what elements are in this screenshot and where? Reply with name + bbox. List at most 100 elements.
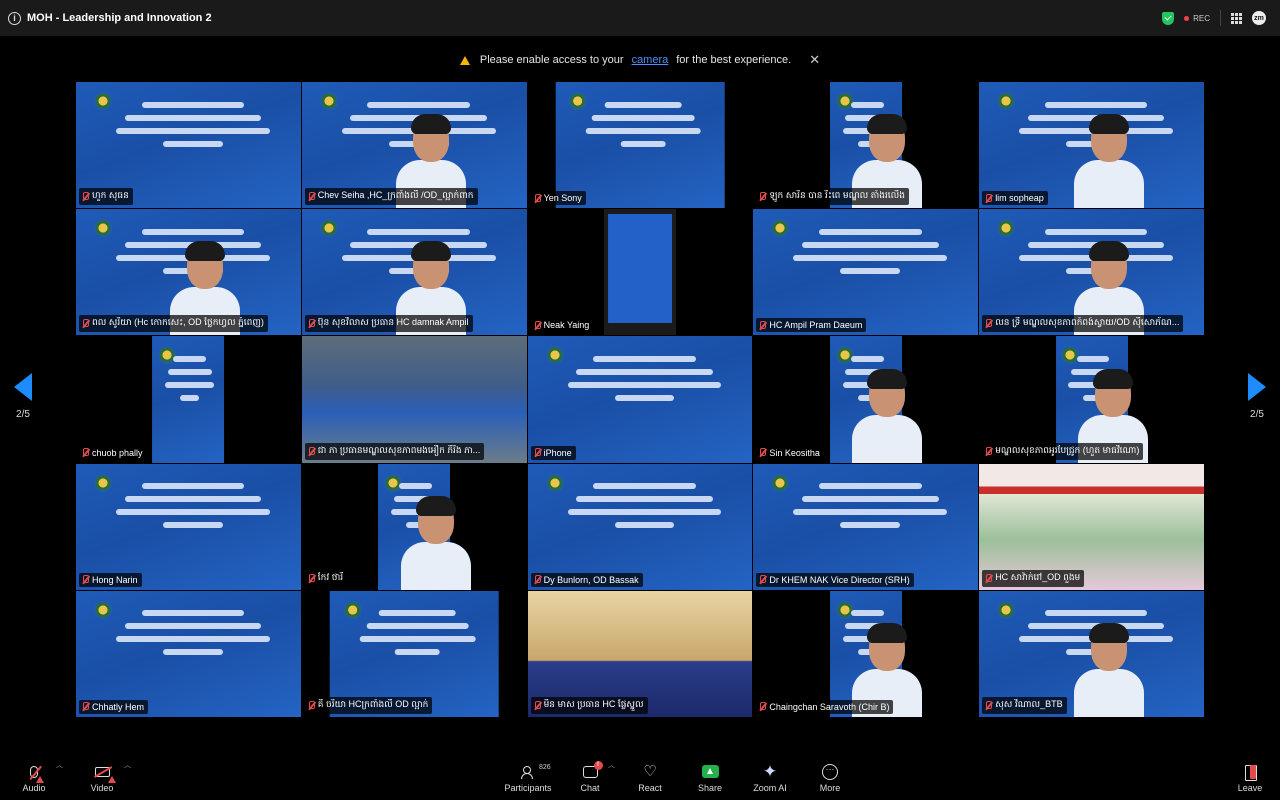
participant-name-tag: Chaingchan Saravoth (Chir B) — [756, 699, 894, 714]
mic-muted-icon — [985, 446, 993, 456]
more-button[interactable]: ··· More — [814, 754, 846, 800]
participant-tile[interactable]: Yen Sony — [527, 82, 753, 209]
participant-tile[interactable]: lim sopheap — [979, 82, 1204, 209]
participant-tile[interactable]: គី ចរិយា HCក្រពាំងលី OD ល្អាក់ — [301, 590, 527, 717]
participant-figure — [1073, 114, 1144, 209]
mic-muted-icon — [985, 319, 993, 328]
video-feed — [753, 463, 979, 590]
participant-name-tag: ហួក សុធន — [79, 188, 133, 206]
slide-text — [107, 603, 278, 662]
mic-muted-icon — [308, 319, 315, 328]
mic-muted-icon — [759, 448, 767, 457]
participant-tile[interactable]: Dr KHEM NAK Vice Director (SRH) — [753, 463, 979, 590]
previous-page-nav[interactable]: 2/5 — [8, 373, 38, 420]
participant-tile[interactable]: មិន មាស ប្រធាន HC ផ្លែស្នួល — [527, 590, 753, 717]
chat-button[interactable]: ! Chat — [576, 754, 604, 800]
audio-button[interactable]: Audio — [18, 754, 50, 800]
react-button[interactable]: ♡ React — [634, 754, 666, 800]
mic-muted-icon — [759, 320, 767, 330]
meeting-window: i MOH - Leadership and Innovation 2 REC … — [0, 0, 1280, 800]
participant-tile[interactable]: លន ទ្រី មណ្ឌលសុខភាពកំពង់ស្វាយ/OD ស៊ីសោភ័… — [979, 209, 1204, 336]
participant-tile[interactable]: HC សាវ៉ាក់រៅ_OD ពួងម — [979, 463, 1204, 590]
view-grid-icon[interactable] — [1231, 12, 1242, 24]
participant-tile[interactable]: ឡូក សារិន បាន រឹះពេ មណ្ឌល តាំងរលើង — [753, 82, 979, 209]
participant-tile[interactable]: សុស វិណាល_BTB — [979, 590, 1204, 717]
chat-label: Chat — [580, 782, 600, 793]
encryption-shield-icon[interactable] — [1162, 11, 1175, 25]
participant-name: Hong Narin — [92, 574, 138, 585]
participant-tile[interactable]: Chev Seiha ,HC_ក្រពាំងលី /OD_ល្អាក់ពាក — [301, 82, 527, 209]
participant-tile[interactable]: ប៊ុន សុខវិលាស ប្រធាន HC damnak Ampil — [301, 209, 527, 336]
mic-muted-icon — [308, 573, 315, 583]
participant-name-tag: Hong Narin — [79, 572, 142, 587]
rec-label: REC — [1193, 13, 1210, 23]
participant-name: HC សាវ៉ាក់រៅ_OD ពួងម — [995, 571, 1081, 582]
participant-name: មណ្ឌលសុខភាពអូរបែជ្រូក (ហួត មាធវិណោ) — [995, 444, 1140, 455]
leave-label: Leave — [1237, 782, 1263, 793]
video-feed — [152, 336, 225, 463]
participant-name-tag: មិន មាស ប្រធាន HC ផ្លែស្នួល — [530, 696, 648, 714]
mic-muted-icon — [985, 193, 993, 203]
participant-tile[interactable]: Chhatly Hem — [76, 590, 301, 717]
participant-tile[interactable]: កែវ ថារី — [301, 463, 527, 590]
participant-tile[interactable]: Neak Yaing — [527, 209, 753, 336]
participant-name: មិន មាស ប្រធាន HC ផ្លែស្នួល — [543, 698, 644, 709]
participant-name-tag: HC Ampil Pram Daeum — [756, 318, 867, 333]
title-bar: i MOH - Leadership and Innovation 2 REC … — [0, 0, 1280, 36]
next-page-nav[interactable]: 2/5 — [1242, 373, 1272, 420]
chat-options-caret-icon[interactable]: ︿ — [608, 760, 615, 770]
video-button[interactable]: Video — [86, 754, 118, 800]
mic-muted-icon — [82, 575, 89, 584]
leave-door-icon — [1243, 764, 1257, 781]
recording-indicator[interactable]: REC — [1184, 14, 1210, 23]
participant-name: Dy Bunlorn, OD Bassak — [543, 574, 639, 585]
page-indicator-left: 2/5 — [16, 409, 30, 420]
user-avatar[interactable]: zm — [1252, 11, 1266, 25]
participant-tile[interactable]: មណ្ឌលសុខភាពអូរបែជ្រូក (ហួត មាធវិណោ) — [979, 336, 1204, 463]
meeting-title: MOH - Leadership and Innovation 2 — [27, 12, 212, 24]
leave-button[interactable]: Leave — [1234, 754, 1266, 800]
participants-button[interactable]: 826 Participants — [502, 754, 554, 800]
share-button[interactable]: Share — [694, 754, 726, 800]
more-dots-icon: ··· — [822, 763, 838, 780]
participant-name-tag: សុស វិណាល_BTB — [982, 696, 1067, 714]
participants-icon — [521, 765, 535, 779]
info-icon[interactable]: i — [8, 11, 21, 25]
arrow-left-icon[interactable] — [14, 373, 32, 401]
participant-tile[interactable]: chuob phally — [76, 336, 301, 463]
video-label: Video — [90, 782, 114, 793]
participant-tile[interactable]: HC Ampil Pram Daeum — [753, 209, 979, 336]
video-feed — [76, 463, 301, 590]
participant-count: 826 — [539, 763, 551, 771]
mic-muted-icon — [308, 700, 315, 710]
participant-name-tag: chuob phally — [79, 445, 147, 460]
video-feed — [527, 336, 753, 463]
participant-name-tag: មណ្ឌលសុខភាពអូរបែជ្រូក (ហួត មាធវិណោ) — [982, 442, 1144, 460]
mic-muted-icon — [534, 700, 541, 710]
participant-tile[interactable]: Chaingchan Saravoth (Chir B) — [753, 590, 979, 717]
meeting-toolbar: Audio ︿ Video ︿ 826 Participants ! Chat … — [0, 754, 1280, 800]
participant-name: HC Ampil Pram Daeum — [769, 320, 863, 331]
slide-text — [107, 95, 278, 154]
participant-tile[interactable]: Sin Keositha — [753, 336, 979, 463]
more-label: More — [819, 782, 841, 793]
participant-name-tag: Sin Keositha — [756, 445, 824, 460]
audio-options-caret-icon[interactable]: ︿ — [56, 760, 63, 770]
camera-link[interactable]: camera — [632, 54, 669, 66]
video-options-caret-icon[interactable]: ︿ — [124, 760, 131, 770]
participant-figure — [400, 495, 471, 590]
arrow-right-icon[interactable] — [1248, 373, 1266, 401]
participant-tile[interactable]: Dy Bunlorn, OD Bassak — [527, 463, 753, 590]
close-icon[interactable]: ✕ — [809, 52, 820, 68]
participant-tile[interactable]: iPhone — [527, 336, 753, 463]
page-indicator-right: 2/5 — [1250, 409, 1264, 420]
mic-muted-icon — [82, 702, 89, 711]
slide-text — [353, 603, 481, 662]
react-label: React — [638, 782, 662, 793]
participant-tile[interactable]: ពល សូរិយា (Hc កោកសេះ, OD ថ្លៃកហ្វល ភ្នំព… — [76, 209, 301, 336]
mic-muted-icon — [534, 193, 541, 203]
zoom-ai-button[interactable]: ✦ Zoom AI — [750, 754, 790, 800]
participant-tile[interactable]: Hong Narin — [76, 463, 301, 590]
participant-tile[interactable]: ហួក សុធន — [76, 82, 301, 209]
participant-tile[interactable]: ជា ភា ប្រធានមណ្ឌលសុខភាពមងអឿក ភិរិង ភា... — [301, 336, 527, 463]
